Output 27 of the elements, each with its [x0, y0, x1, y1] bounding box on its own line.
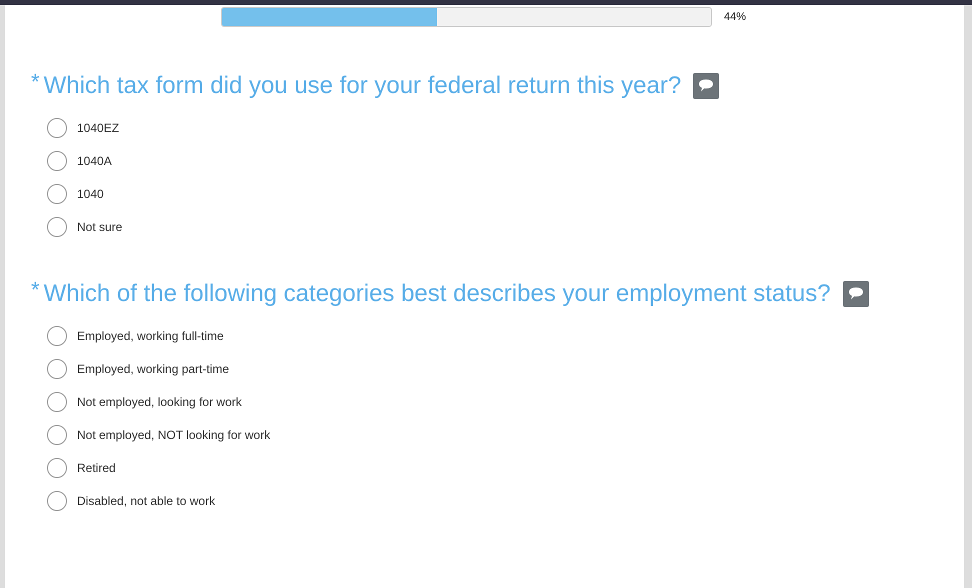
option-label[interactable]: 1040A — [77, 154, 112, 168]
option-label[interactable]: 1040 — [77, 187, 104, 201]
radio-button[interactable] — [47, 458, 67, 478]
progress-percent: 44% — [724, 11, 746, 23]
radio-button[interactable] — [47, 392, 67, 412]
required-asterisk: * — [31, 71, 40, 93]
comment-icon[interactable] — [842, 281, 869, 307]
radio-button[interactable] — [47, 118, 67, 138]
option-label[interactable]: Not employed, looking for work — [77, 395, 242, 409]
required-asterisk: * — [31, 279, 40, 301]
radio-button[interactable] — [47, 491, 67, 511]
option-label[interactable]: Employed, working full-time — [77, 329, 224, 343]
option-label[interactable]: Not employed, NOT looking for work — [77, 428, 270, 442]
radio-button[interactable] — [47, 425, 67, 445]
option-label[interactable]: 1040EZ — [77, 121, 120, 135]
radio-button[interactable] — [47, 184, 67, 204]
option-label[interactable]: Disabled, not able to work — [77, 494, 216, 508]
option-label[interactable]: Employed, working part-time — [77, 362, 230, 376]
question-title: Which tax form did you use for your federal return this year? — [44, 71, 682, 101]
radio-button[interactable] — [47, 151, 67, 171]
option-label[interactable]: Not sure — [77, 220, 122, 234]
radio-button[interactable] — [47, 217, 67, 237]
radio-button[interactable] — [47, 359, 67, 379]
question-title: Which of the following categories best describes your employment status? — [44, 279, 831, 309]
radio-button[interactable] — [47, 326, 67, 346]
option-label[interactable]: Retired — [77, 461, 116, 475]
comment-icon[interactable] — [693, 73, 720, 99]
